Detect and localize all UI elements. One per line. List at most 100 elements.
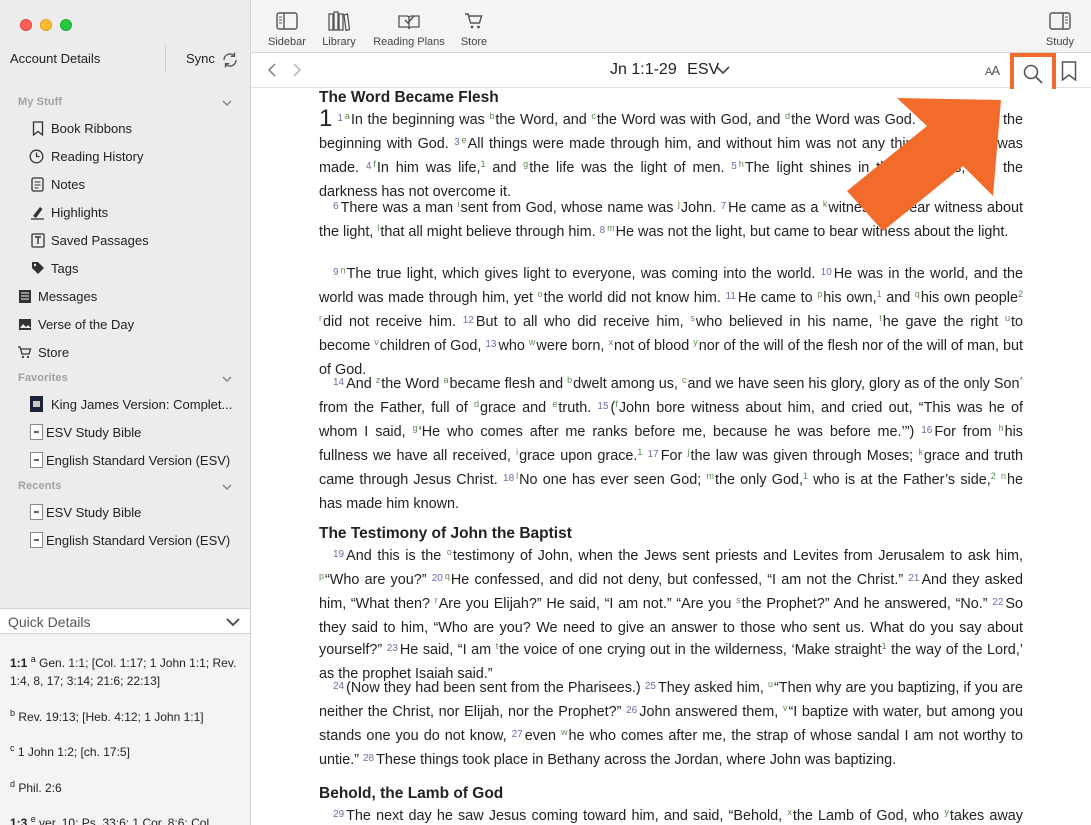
sidebar-toggle-button[interactable]: Sidebar: [265, 10, 309, 48]
minimize-window-button[interactable]: [40, 19, 52, 31]
book-cover-icon: [29, 396, 44, 412]
sidebar-item-label: Store: [38, 345, 70, 360]
toolbar-label: Library: [322, 36, 356, 48]
store-button[interactable]: Store: [457, 10, 491, 48]
search-icon: [1023, 64, 1043, 84]
toolbar-label: Reading Plans: [373, 36, 445, 48]
account-details-button[interactable]: Account Details: [10, 51, 100, 66]
chevron-down-icon[interactable]: [221, 373, 233, 385]
divider: [165, 45, 166, 72]
reading-plans-button[interactable]: Reading Plans: [370, 10, 448, 48]
verse-paragraph[interactable]: 9 nThe true light, which gives light to e…: [319, 263, 1023, 381]
sidebar-item-label: Tags: [51, 261, 79, 276]
verse-paragraph[interactable]: 29 The next day he saw Jesus coming towar…: [319, 805, 1023, 825]
cross-reference[interactable]: b Rev. 19:13; [Heb. 4:12; 1 John 1:1]: [10, 704, 242, 726]
sidebar-item-tags[interactable]: Tags: [0, 255, 250, 281]
section-heading: Behold, the Lamb of God: [319, 785, 504, 802]
chevron-down-icon[interactable]: [221, 97, 233, 109]
cross-reference[interactable]: 1:3 e ver. 10; Ps. 33:6; 1 Cor. 8:6; Col…: [10, 810, 242, 825]
verse-paragraph[interactable]: 1 1 aIn the beginning was bthe Word, and c…: [319, 107, 1023, 203]
back-arrow-icon[interactable]: [265, 62, 279, 78]
passage-reference-button[interactable]: Jn 1:1-29 ESV: [610, 61, 719, 79]
library-button[interactable]: Library: [319, 10, 359, 48]
font-large-glyph: A: [991, 63, 1000, 78]
cross-reference-verse: 1:3: [10, 816, 28, 825]
close-window-button[interactable]: [20, 19, 32, 31]
bookmark-icon: [30, 120, 45, 136]
reference-bar: Jn 1:1-29 ESV AA: [251, 53, 1091, 94]
cross-reference-mark: b: [10, 708, 16, 718]
note-icon: [30, 176, 45, 192]
font-size-button[interactable]: AA: [985, 63, 1000, 78]
quick-details-panel: 1:1 a Gen. 1:1; [Col. 1:17; 1 John 1:1; …: [0, 634, 250, 825]
bible-version: ESV: [687, 61, 720, 78]
sidebar-item-label: Book Ribbons: [51, 121, 132, 136]
study-button[interactable]: Study: [1041, 10, 1079, 48]
chapter-number: 1: [319, 105, 333, 132]
favorite-label: English Standard Version (ESV): [46, 453, 231, 468]
quick-details-bar[interactable]: Quick Details: [0, 608, 250, 634]
bible-text-reader[interactable]: The Word Became Flesh 1 1 aIn the beginnin…: [251, 89, 1091, 825]
toolbar: Sidebar Library Reading Plans Store Stud…: [251, 0, 1091, 53]
sidebar-item-store[interactable]: Store: [0, 339, 250, 365]
book-cover-icon: [29, 504, 44, 520]
sidebar-item-label: Messages: [38, 289, 98, 304]
toolbar-label: Sidebar: [268, 36, 306, 48]
favorite-label: ESV Study Bible: [46, 425, 142, 440]
sidebar-item-book-ribbons[interactable]: Book Ribbons: [0, 115, 250, 141]
study-panel-icon: [1041, 10, 1079, 32]
favorite-item[interactable]: King James Version: Complet...: [0, 391, 250, 417]
cross-reference-mark: c: [10, 743, 15, 753]
sidebar-icon: [265, 10, 309, 32]
sidebar-item-saved-passages[interactable]: Saved Passages: [0, 227, 250, 253]
tag-icon: [30, 260, 45, 276]
quick-details-title: Quick Details: [8, 614, 91, 630]
favorite-item[interactable]: ESV Study Bible: [0, 419, 250, 445]
cross-reference-verse: 1:1: [10, 656, 28, 670]
zoom-window-button[interactable]: [60, 19, 72, 31]
cross-reference[interactable]: c 1 John 1:2; [ch. 17:5]: [10, 739, 242, 761]
cross-reference-mark: a: [30, 654, 36, 664]
favorites-header[interactable]: Favorites: [18, 372, 68, 384]
sidebar-item-label: Highlights: [51, 205, 109, 220]
favorite-item[interactable]: English Standard Version (ESV): [0, 447, 250, 473]
section-heading: The Word Became Flesh: [319, 89, 499, 106]
sidebar-item-label: Reading History: [51, 149, 144, 164]
my-stuff-header[interactable]: My Stuff: [18, 96, 62, 108]
cross-reference[interactable]: 1:1 a Gen. 1:1; [Col. 1:17; 1 John 1:1; …: [10, 650, 242, 690]
sidebar-item-label: Saved Passages: [51, 233, 149, 248]
forward-arrow-icon[interactable]: [290, 62, 304, 78]
recent-item[interactable]: English Standard Version (ESV): [0, 527, 250, 553]
sync-icon[interactable]: [220, 50, 240, 70]
verse-paragraph[interactable]: 6 There was a man isent from God, whose n…: [319, 197, 1023, 245]
sidebar-item-notes[interactable]: Notes: [0, 171, 250, 197]
search-button[interactable]: [1010, 53, 1056, 94]
sync-button[interactable]: Sync: [186, 51, 215, 66]
clock-icon: [29, 148, 44, 164]
section-heading: The Testimony of John the Baptist: [319, 525, 572, 542]
sidebar-item-label: Notes: [51, 177, 85, 192]
verse-paragraph[interactable]: 14 And zthe Word abecame flesh and bdwelt…: [319, 373, 1023, 515]
chevron-down-icon[interactable]: [716, 65, 730, 75]
library-icon: [319, 10, 359, 32]
recent-label: ESV Study Bible: [46, 505, 142, 520]
reading-plans-icon: [370, 10, 448, 32]
sidebar-item-verse-of-the-day[interactable]: Verse of the Day: [0, 311, 250, 337]
verse-paragraph[interactable]: 19 And this is the otestimony of John, wh…: [319, 545, 1023, 685]
sidebar-item-reading-history[interactable]: Reading History: [0, 143, 250, 169]
chevron-down-icon[interactable]: [221, 481, 233, 493]
recents-header[interactable]: Recents: [18, 480, 62, 492]
recent-item[interactable]: ESV Study Bible: [0, 499, 250, 525]
cross-reference[interactable]: d Phil. 2:6: [10, 775, 242, 797]
saved-passage-icon: [30, 232, 45, 248]
cross-reference-text: Phil. 2:6: [18, 781, 62, 795]
cross-reference-mark: e: [30, 814, 36, 824]
sidebar-item-messages[interactable]: Messages: [0, 283, 250, 309]
favorite-label: King James Version: Complet...: [51, 397, 233, 412]
chevron-down-icon[interactable]: [225, 615, 241, 629]
verse-paragraph[interactable]: 24 (Now they had been sent from the Phari…: [319, 677, 1023, 773]
sidebar-item-highlights[interactable]: Highlights: [0, 199, 250, 225]
passage-reference: Jn 1:1-29: [610, 61, 677, 78]
toolbar-label: Study: [1045, 36, 1075, 48]
bookmark-icon[interactable]: [1061, 61, 1077, 81]
